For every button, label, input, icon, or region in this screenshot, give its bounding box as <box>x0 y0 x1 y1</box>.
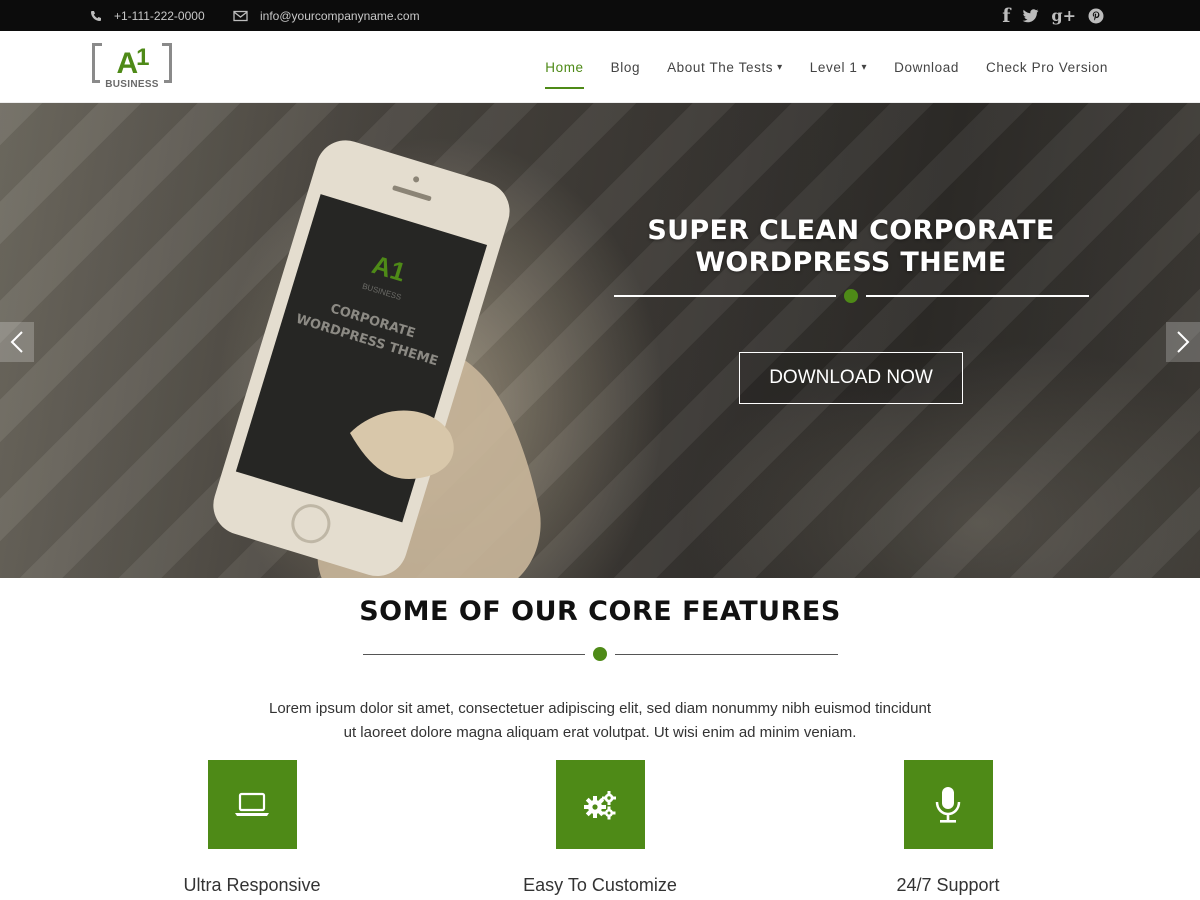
email-text[interactable]: info@yourcompanyname.com <box>260 9 420 23</box>
feature-label: 24/7 Support <box>896 875 1000 895</box>
nav-item-check-pro-version[interactable]: Check Pro Version <box>986 31 1108 103</box>
features-description-line1: Lorem ipsum dolor sit amet, consectetuer… <box>269 700 931 717</box>
chevron-down-icon: ▾ <box>861 61 868 73</box>
feature-24-7-support: 24/7 Support <box>818 760 1078 896</box>
laptop-icon <box>235 792 269 816</box>
feature-label: Easy To Customize <box>523 875 677 895</box>
slider-next-button[interactable] <box>1166 322 1200 362</box>
features-divider-dot <box>593 647 607 661</box>
logo-mark: A1 <box>116 44 149 80</box>
features-description-line2: ut laoreet dolore magna aliquam erat vol… <box>343 724 857 741</box>
phone-text: +1-111-222-0000 <box>114 8 205 23</box>
phone-contact: +1-111-222-0000 <box>90 0 205 31</box>
feature-icon-box[interactable] <box>207 760 297 849</box>
hero-divider <box>614 289 1089 303</box>
chevron-right-icon <box>1177 331 1190 353</box>
hero-headline-line2: WORDPRESS THEME <box>695 247 1007 278</box>
email-contact[interactable]: info@yourcompanyname.com <box>233 0 420 31</box>
nav-item-level-1[interactable]: Level 1 ▾ <box>810 31 867 103</box>
hero-phone-image: A1 BUSINESS CORPORATE WORDPRESS THEME <box>213 140 541 578</box>
features-title: SOME OF OUR CORE FEATURES <box>359 596 841 627</box>
chevron-left-icon <box>10 331 23 353</box>
feature-label: Ultra Responsive <box>183 875 321 895</box>
twitter-icon[interactable] <box>1022 8 1039 23</box>
phone-icon <box>91 10 101 21</box>
site-header: A1 BUSINESS Home Blog About The Tests ▾ L… <box>0 31 1200 103</box>
hero-headline-line1: SUPER CLEAN CORPORATE <box>647 215 1055 246</box>
gears-icon <box>584 790 616 819</box>
microphone-icon <box>935 786 961 823</box>
chevron-down-icon: ▾ <box>777 61 783 73</box>
nav-item-home[interactable]: Home <box>545 31 585 103</box>
slider-prev-button[interactable] <box>0 322 34 362</box>
nav-item-download[interactable]: Download <box>894 31 959 103</box>
site-logo[interactable]: A1 BUSINESS <box>90 41 174 93</box>
top-bar: +1-111-222-0000 info@yourcompanyname.com… <box>0 0 1200 31</box>
pinterest-icon[interactable] <box>1088 8 1104 24</box>
hero-headline: SUPER CLEAN CORPORATE WORDPRESS THEME <box>612 215 1090 279</box>
feature-icon-box[interactable] <box>555 760 645 849</box>
social-links: f g+ <box>990 0 1104 31</box>
feature-ultra-responsive: Ultra Responsive <box>122 760 382 896</box>
features-description: Lorem ipsum dolor sit amet, consectetuer… <box>250 697 950 745</box>
hero-divider-dot <box>844 289 858 303</box>
feature-icon-box[interactable] <box>903 760 993 849</box>
download-now-button[interactable]: DOWNLOAD NOW <box>739 352 963 404</box>
features-divider <box>363 647 838 661</box>
nav-item-blog[interactable]: Blog <box>611 31 640 103</box>
hero-slider: A1 BUSINESS CORPORATE WORDPRESS THEME SU… <box>0 103 1200 578</box>
envelope-icon <box>233 10 248 21</box>
facebook-icon[interactable]: f <box>1002 5 1010 27</box>
google-plus-icon[interactable]: g+ <box>1051 6 1076 25</box>
feature-easy-to-customize: Easy To Customize <box>470 760 730 896</box>
main-nav: Home Blog About The Tests ▾ Level 1 ▾ Down… <box>518 31 1108 103</box>
logo-wordmark: BUSINESS <box>100 79 164 90</box>
nav-item-about-the-tests[interactable]: About The Tests ▾ <box>667 31 783 103</box>
